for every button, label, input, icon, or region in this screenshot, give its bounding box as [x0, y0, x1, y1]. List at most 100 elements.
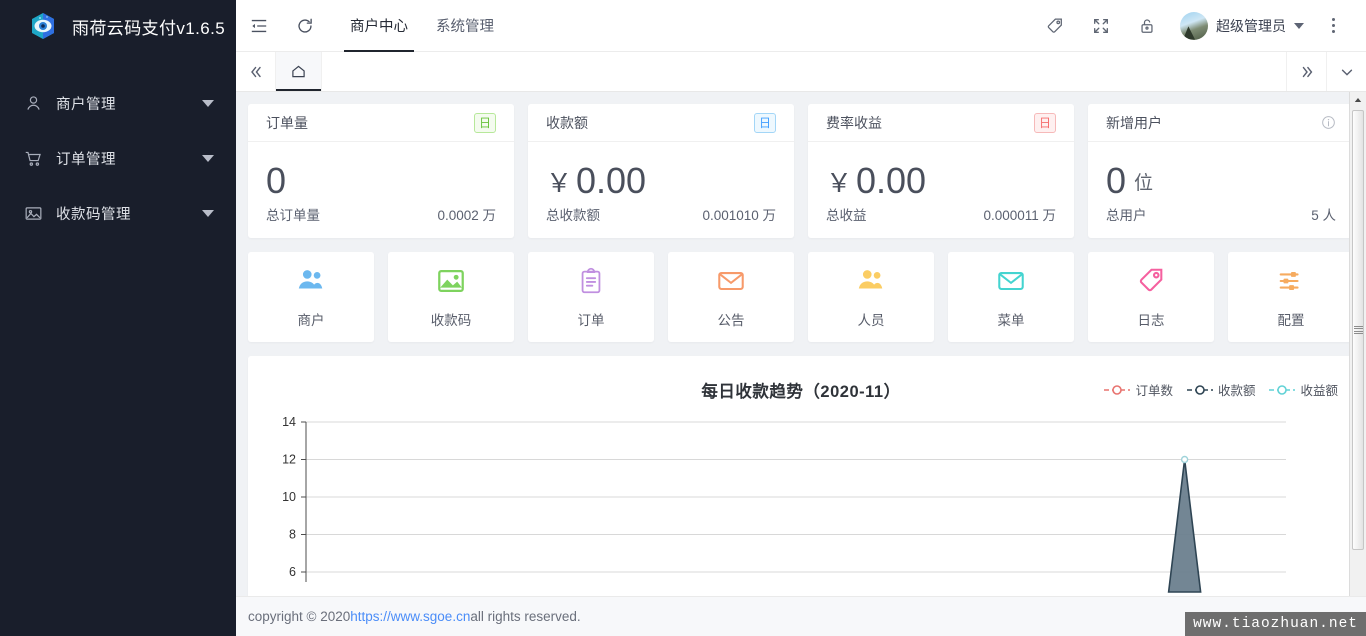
envelope-icon: [996, 266, 1026, 301]
stat-card-body: ￥ 0.00: [808, 142, 1074, 204]
footer-suffix: all rights reserved.: [470, 609, 581, 624]
stat-foot-value: 0.000011 万: [983, 208, 1056, 223]
two-people-icon: [856, 266, 886, 301]
tab-merchant-center[interactable]: 商户中心: [336, 0, 422, 52]
shortcut-label: 收款码: [430, 312, 472, 328]
stat-foot-value: 0.0002 万: [437, 208, 496, 223]
tag-icon[interactable]: [1032, 0, 1078, 52]
stat-card-order-count: 订单量 日 0 总订单量 0.0002 万: [248, 104, 514, 238]
shortcut-label: 公告: [717, 312, 745, 328]
legend-item-amount[interactable]: 收款额: [1186, 380, 1255, 399]
stat-foot-value: 0.001010 万: [702, 208, 776, 223]
status-badge: 日: [1034, 112, 1056, 133]
tab-home[interactable]: [276, 52, 322, 91]
chevron-down-icon: [202, 100, 214, 107]
stat-value: 0: [1106, 160, 1127, 201]
chart-plot-area: 14 12 10 8 6: [248, 414, 1354, 596]
tab-system-management[interactable]: 系统管理: [422, 0, 508, 52]
scroll-up-arrow[interactable]: [1350, 92, 1366, 108]
legend-item-income[interactable]: 收益额: [1269, 380, 1338, 399]
eye-cloud-logo-icon: [28, 11, 58, 41]
tab-strip: [236, 52, 1366, 92]
double-chevron-right-icon[interactable]: [1286, 52, 1326, 91]
sidebar-item-label: 订单管理: [56, 152, 116, 168]
stat-card-footer: 总收款额 0.001010 万: [528, 204, 794, 238]
stat-card-title: 费率收益: [826, 114, 882, 131]
shortcut-order[interactable]: 订单: [528, 252, 654, 342]
stat-value: 0.00: [576, 160, 647, 201]
home-icon: [292, 65, 305, 78]
chevron-down-icon: [1294, 22, 1304, 29]
shortcut-label: 配置: [1277, 312, 1305, 328]
tab-dropdown-icon[interactable]: [1326, 52, 1366, 91]
user-menu[interactable]: 超级管理员: [1170, 11, 1310, 40]
user-name: 超级管理员: [1216, 17, 1286, 34]
shortcut-label: 日志: [1137, 312, 1165, 328]
shortcut-label: 订单: [577, 312, 605, 328]
legend-label: 订单数: [1135, 384, 1173, 398]
price-tag-icon: [1136, 266, 1166, 301]
stat-value: 0.00: [856, 160, 927, 201]
tab-strip-right: [1286, 52, 1366, 91]
stat-card-fee-income: 费率收益 日 ￥ 0.00 总收益 0.000011 万: [808, 104, 1074, 238]
brand-title: 雨荷云码支付v1.6.5: [72, 18, 226, 38]
stat-card-body: ￥ 0.00: [528, 142, 794, 204]
stat-card-body: 0: [248, 142, 514, 204]
scrollbar-track[interactable]: [1350, 108, 1366, 580]
info-icon[interactable]: [1321, 115, 1336, 130]
legend-item-orders[interactable]: 订单数: [1104, 380, 1173, 399]
stat-cards-row: 订单量 日 0 总订单量 0.0002 万 收款额 日 ￥ 0.00 总收款额 …: [248, 104, 1354, 238]
stat-card-header: 订单量 日: [248, 104, 514, 142]
footer-prefix: copyright © 2020: [248, 609, 351, 624]
legend-marker-icon: [1186, 384, 1213, 395]
stat-card-title: 新增用户: [1106, 114, 1162, 131]
indent-menu-icon[interactable]: [236, 0, 282, 52]
content-scroll-area: 订单量 日 0 总订单量 0.0002 万 收款额 日 ￥ 0.00 总收款额 …: [236, 92, 1366, 596]
two-people-icon: [296, 266, 326, 301]
shortcut-config[interactable]: 配置: [1228, 252, 1354, 342]
envelope-icon: [716, 266, 746, 301]
shortcut-announcement[interactable]: 公告: [668, 252, 794, 342]
status-badge: 日: [754, 112, 776, 133]
kebab-menu-icon[interactable]: [1310, 0, 1356, 52]
footer-link[interactable]: https://www.sgoe.cn: [350, 609, 470, 624]
shortcut-label: 商户: [297, 312, 325, 328]
stat-foot-label: 总订单量: [266, 208, 320, 223]
shortcut-merchant[interactable]: 商户: [248, 252, 374, 342]
lock-icon[interactable]: [1124, 0, 1170, 52]
sidebar-item-merchant[interactable]: 商户管理: [0, 76, 236, 131]
chart-legend: 订单数 收款额 收益额: [1104, 380, 1338, 399]
double-chevron-left-icon[interactable]: [236, 52, 276, 91]
cart-icon: [22, 148, 44, 170]
sidebar-item-label: 收款码管理: [56, 207, 131, 223]
shortcut-staff[interactable]: 人员: [808, 252, 934, 342]
sidebar-item-order[interactable]: 订单管理: [0, 131, 236, 186]
status-badge: 日: [474, 112, 496, 133]
refresh-icon[interactable]: [282, 0, 328, 52]
shortcut-qrcode[interactable]: 收款码: [388, 252, 514, 342]
stat-card-body: 0 位: [1088, 142, 1354, 204]
brand-logo[interactable]: 雨荷云码支付v1.6.5: [0, 0, 236, 52]
fullscreen-icon[interactable]: [1078, 0, 1124, 52]
scrollbar-thumb[interactable]: [1352, 110, 1364, 550]
shortcut-row: 商户 收款码 订单 公告 人员 菜单 日志 配置: [248, 252, 1354, 342]
sidebar-menu: 商户管理 订单管理 收款码管理: [0, 76, 236, 241]
stat-foot-label: 总用户: [1106, 208, 1147, 223]
svg-text:8: 8: [289, 528, 296, 542]
sidebar-item-qrcode[interactable]: 收款码管理: [0, 186, 236, 241]
kebab-dots: [1331, 18, 1335, 33]
vertical-scrollbar[interactable]: [1349, 92, 1366, 596]
chart-svg: 14 12 10 8 6: [282, 415, 1286, 593]
sidebar: 雨荷云码支付v1.6.5 商户管理 订单管理 收款码管理: [0, 0, 236, 636]
stat-card-header: 费率收益 日: [808, 104, 1074, 142]
svg-text:6: 6: [289, 565, 296, 579]
tab-label: 系统管理: [436, 19, 494, 35]
stat-card-receipt-amount: 收款额 日 ￥ 0.00 总收款额 0.001010 万: [528, 104, 794, 238]
sliders-icon: [1276, 266, 1306, 301]
stat-unit: 位: [1134, 172, 1154, 194]
shortcut-label: 菜单: [997, 312, 1025, 328]
stat-card-footer: 总收益 0.000011 万: [808, 204, 1074, 238]
currency-symbol: ￥: [826, 167, 853, 198]
shortcut-log[interactable]: 日志: [1088, 252, 1214, 342]
shortcut-menu[interactable]: 菜单: [948, 252, 1074, 342]
